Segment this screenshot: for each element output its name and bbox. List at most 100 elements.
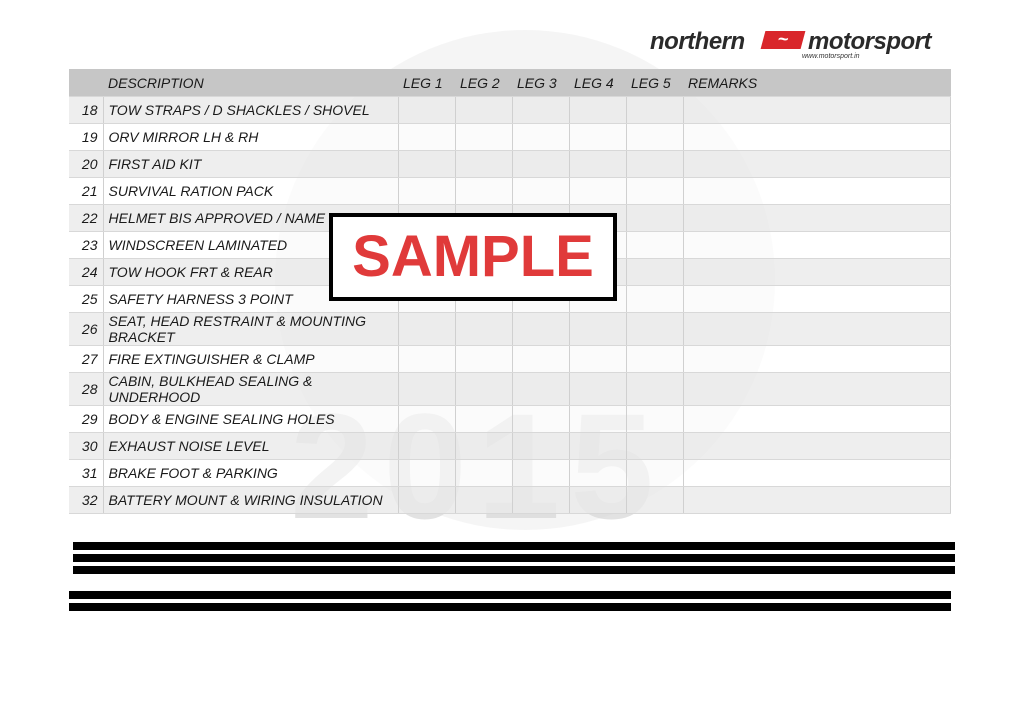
leg-cell — [398, 312, 456, 346]
leg-cell — [512, 405, 570, 433]
column-header: LEG 1 — [398, 69, 455, 97]
column-header — [69, 69, 103, 97]
leg-cell — [626, 258, 684, 286]
remarks-cell — [683, 123, 951, 151]
leg-cell — [455, 96, 513, 124]
row-number: 32 — [69, 486, 104, 514]
remarks-cell — [683, 432, 951, 460]
row-description: FIRST AID KIT — [103, 150, 399, 178]
row-number: 30 — [69, 432, 104, 460]
row-description: BODY & ENGINE SEALING HOLES — [103, 405, 399, 433]
table-header: DESCRIPTION LEG 1 LEG 2 LEG 3 LEG 4 LEG 5 REMA… — [69, 69, 951, 97]
leg-cell — [626, 312, 684, 346]
leg-cell — [455, 372, 513, 406]
leg-cell — [398, 345, 456, 373]
leg-cell — [398, 486, 456, 514]
table-row: 20 FIRST AID KIT — [69, 150, 951, 178]
leg-cell — [569, 405, 627, 433]
row-number: 20 — [69, 150, 104, 178]
leg-cell — [512, 459, 570, 487]
redacted-bar — [73, 554, 955, 562]
row-number: 29 — [69, 405, 104, 433]
leg-cell — [569, 96, 627, 124]
leg-cell — [626, 432, 684, 460]
leg-cell — [569, 432, 627, 460]
leg-cell — [569, 345, 627, 373]
logo-url: www.motorsport.in — [802, 53, 860, 60]
remarks-cell — [683, 258, 951, 286]
leg-cell — [398, 96, 456, 124]
row-description: FIRE EXTINGUISHER & CLAMP — [103, 345, 399, 373]
row-number: 25 — [69, 285, 104, 313]
logo-right-text: motorsport — [808, 28, 932, 55]
leg-cell — [398, 372, 456, 406]
row-number: 31 — [69, 459, 104, 487]
remarks-cell — [683, 285, 951, 313]
leg-cell — [569, 177, 627, 205]
remarks-cell — [683, 231, 951, 259]
row-number: 23 — [69, 231, 104, 259]
table-row: 19 ORV MIRROR LH & RH — [69, 123, 951, 151]
brand-logo: northern ~ motorsport www.motorsport.in — [650, 28, 950, 62]
table-row: 21 SURVIVAL RATION PACK — [69, 177, 951, 205]
row-number: 27 — [69, 345, 104, 373]
leg-cell — [569, 150, 627, 178]
table-row: 32 BATTERY MOUNT & WIRING INSULATION — [69, 486, 951, 514]
leg-cell — [455, 432, 513, 460]
leg-cell — [512, 486, 570, 514]
table-row: 31 BRAKE FOOT & PARKING — [69, 459, 951, 487]
leg-cell — [626, 345, 684, 373]
leg-cell — [398, 459, 456, 487]
row-description: CABIN, BULKHEAD SEALING & UNDERHOOD — [103, 372, 399, 406]
leg-cell — [626, 123, 684, 151]
remarks-cell — [683, 345, 951, 373]
leg-cell — [626, 150, 684, 178]
remarks-cell — [683, 312, 951, 346]
leg-cell — [455, 312, 513, 346]
column-header: LEG 2 — [455, 69, 512, 97]
leg-cell — [512, 150, 570, 178]
leg-cell — [455, 486, 513, 514]
table-row: 28 CABIN, BULKHEAD SEALING & UNDERHOOD — [69, 372, 951, 406]
redacted-bar — [69, 591, 951, 599]
column-header: LEG 3 — [512, 69, 569, 97]
leg-cell — [569, 486, 627, 514]
remarks-cell — [683, 372, 951, 406]
leg-cell — [512, 312, 570, 346]
table-row: 27 FIRE EXTINGUISHER & CLAMP — [69, 345, 951, 373]
leg-cell — [455, 405, 513, 433]
row-number: 24 — [69, 258, 104, 286]
table-row: 30 EXHAUST NOISE LEVEL — [69, 432, 951, 460]
leg-cell — [626, 459, 684, 487]
logo-wave-icon: ~ — [760, 29, 806, 49]
table-row: 26 SEAT, HEAD RESTRAINT & MOUNTING BRACKE… — [69, 312, 951, 346]
column-header: LEG 5 — [626, 69, 683, 97]
leg-cell — [569, 372, 627, 406]
leg-cell — [455, 459, 513, 487]
leg-cell — [398, 177, 456, 205]
leg-cell — [626, 285, 684, 313]
row-description: SURVIVAL RATION PACK — [103, 177, 399, 205]
redacted-bar — [73, 542, 955, 550]
row-number: 21 — [69, 177, 104, 205]
leg-cell — [512, 123, 570, 151]
remarks-cell — [683, 459, 951, 487]
row-number: 28 — [69, 372, 104, 406]
leg-cell — [626, 372, 684, 406]
remarks-cell — [683, 486, 951, 514]
column-header: LEG 4 — [569, 69, 626, 97]
leg-cell — [626, 96, 684, 124]
leg-cell — [512, 372, 570, 406]
leg-cell — [398, 123, 456, 151]
leg-cell — [398, 405, 456, 433]
leg-cell — [455, 177, 513, 205]
leg-cell — [626, 405, 684, 433]
leg-cell — [455, 150, 513, 178]
remarks-cell — [683, 96, 951, 124]
remarks-cell — [683, 177, 951, 205]
row-number: 19 — [69, 123, 104, 151]
leg-cell — [626, 177, 684, 205]
leg-cell — [569, 123, 627, 151]
remarks-cell — [683, 405, 951, 433]
column-header: REMARKS — [683, 69, 951, 97]
